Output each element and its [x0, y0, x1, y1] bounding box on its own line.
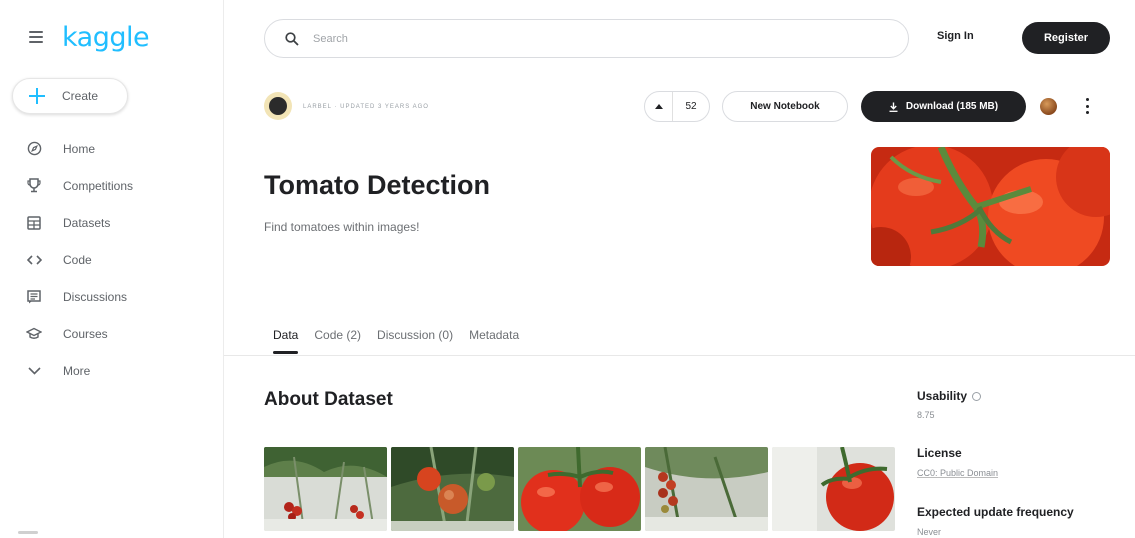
- create-button[interactable]: Create: [12, 78, 128, 114]
- more-options-icon[interactable]: [1086, 98, 1090, 114]
- sample-image[interactable]: [772, 447, 895, 531]
- kaggle-logo[interactable]: kaggle: [62, 22, 150, 53]
- sidebar-item-label: Courses: [63, 326, 108, 341]
- sidebar-item-competitions[interactable]: Competitions: [0, 167, 224, 204]
- create-label: Create: [62, 89, 99, 103]
- sidebar-item-label: Discussions: [63, 289, 128, 304]
- trophy-icon: [25, 177, 43, 195]
- info-icon[interactable]: [972, 392, 982, 402]
- sidebar-nav: Home Competitions Datasets Code Discussi…: [0, 130, 224, 389]
- menu-icon[interactable]: [29, 31, 43, 43]
- download-button[interactable]: Download (185 MB): [861, 91, 1026, 122]
- sidebar-item-more[interactable]: More: [0, 352, 224, 389]
- sidebar-item-label: Competitions: [63, 178, 134, 193]
- download-label: Download (185 MB): [905, 101, 999, 112]
- usability-score: 8.75: [917, 410, 935, 420]
- register-button[interactable]: Register: [1022, 22, 1110, 54]
- page-subtitle: Find tomatoes within images!: [264, 220, 420, 234]
- sidebar-item-code[interactable]: Code: [0, 241, 224, 278]
- sidebar-item-home[interactable]: Home: [0, 130, 224, 167]
- upvote-arrow-icon[interactable]: [645, 92, 673, 121]
- plus-icon: [29, 88, 45, 104]
- sample-image[interactable]: [391, 447, 514, 531]
- search-icon: [285, 31, 299, 46]
- sidebar: kaggle Create Home Competitions Datasets: [0, 0, 224, 538]
- scrollbar[interactable]: [18, 531, 38, 534]
- search-input[interactable]: [313, 32, 873, 45]
- usability-label: Usability: [917, 389, 982, 403]
- new-notebook-button[interactable]: New Notebook: [722, 91, 848, 122]
- sidebar-item-datasets[interactable]: Datasets: [0, 204, 224, 241]
- tab-discussion[interactable]: Discussion (0): [377, 328, 453, 354]
- school-icon: [25, 325, 43, 343]
- home-icon: [25, 140, 43, 158]
- dataset-meta: LARBEL · UPDATED 3 YEARS AGO: [303, 104, 429, 110]
- sidebar-item-discussions[interactable]: Discussions: [0, 278, 224, 315]
- code-icon: [25, 251, 43, 269]
- usability-label-text: Usability: [917, 389, 968, 403]
- license-link[interactable]: CC0: Public Domain: [917, 468, 998, 478]
- sidebar-item-label: More: [63, 363, 91, 378]
- about-dataset-heading: About Dataset: [264, 389, 393, 410]
- sample-image-strip: [264, 447, 899, 531]
- sidebar-item-courses[interactable]: Courses: [0, 315, 224, 352]
- sign-in-link[interactable]: Sign In: [937, 30, 974, 42]
- dataset-cover-image: [871, 147, 1110, 266]
- discussions-icon: [25, 288, 43, 306]
- sample-image[interactable]: [264, 447, 387, 531]
- user-avatar[interactable]: [1040, 98, 1057, 115]
- tabs-divider: [224, 355, 1135, 356]
- author-avatar[interactable]: [264, 92, 292, 120]
- vote-count: 52: [685, 101, 697, 112]
- search-bar[interactable]: [264, 19, 909, 58]
- tab-data[interactable]: Data: [273, 328, 299, 354]
- sidebar-item-label: Code: [63, 252, 92, 267]
- upvote-widget[interactable]: 52: [644, 91, 710, 122]
- tab-metadata[interactable]: Metadata: [469, 328, 519, 354]
- sample-image[interactable]: [645, 447, 768, 531]
- tab-code[interactable]: Code (2): [314, 328, 361, 354]
- page-title: Tomato Detection: [264, 170, 491, 200]
- dataset-tabs: Data Code (2) Discussion (0) Metadata: [273, 328, 535, 354]
- sidebar-item-label: Home: [63, 141, 96, 156]
- table-icon: [25, 214, 43, 232]
- license-label: License: [917, 446, 962, 460]
- update-frequency-label: Expected update frequency: [917, 505, 1074, 519]
- sample-image[interactable]: [518, 447, 641, 531]
- update-frequency-value: Never: [917, 527, 942, 537]
- chevron-down-icon: [25, 362, 43, 380]
- download-icon: [889, 102, 898, 112]
- sidebar-item-label: Datasets: [63, 215, 111, 230]
